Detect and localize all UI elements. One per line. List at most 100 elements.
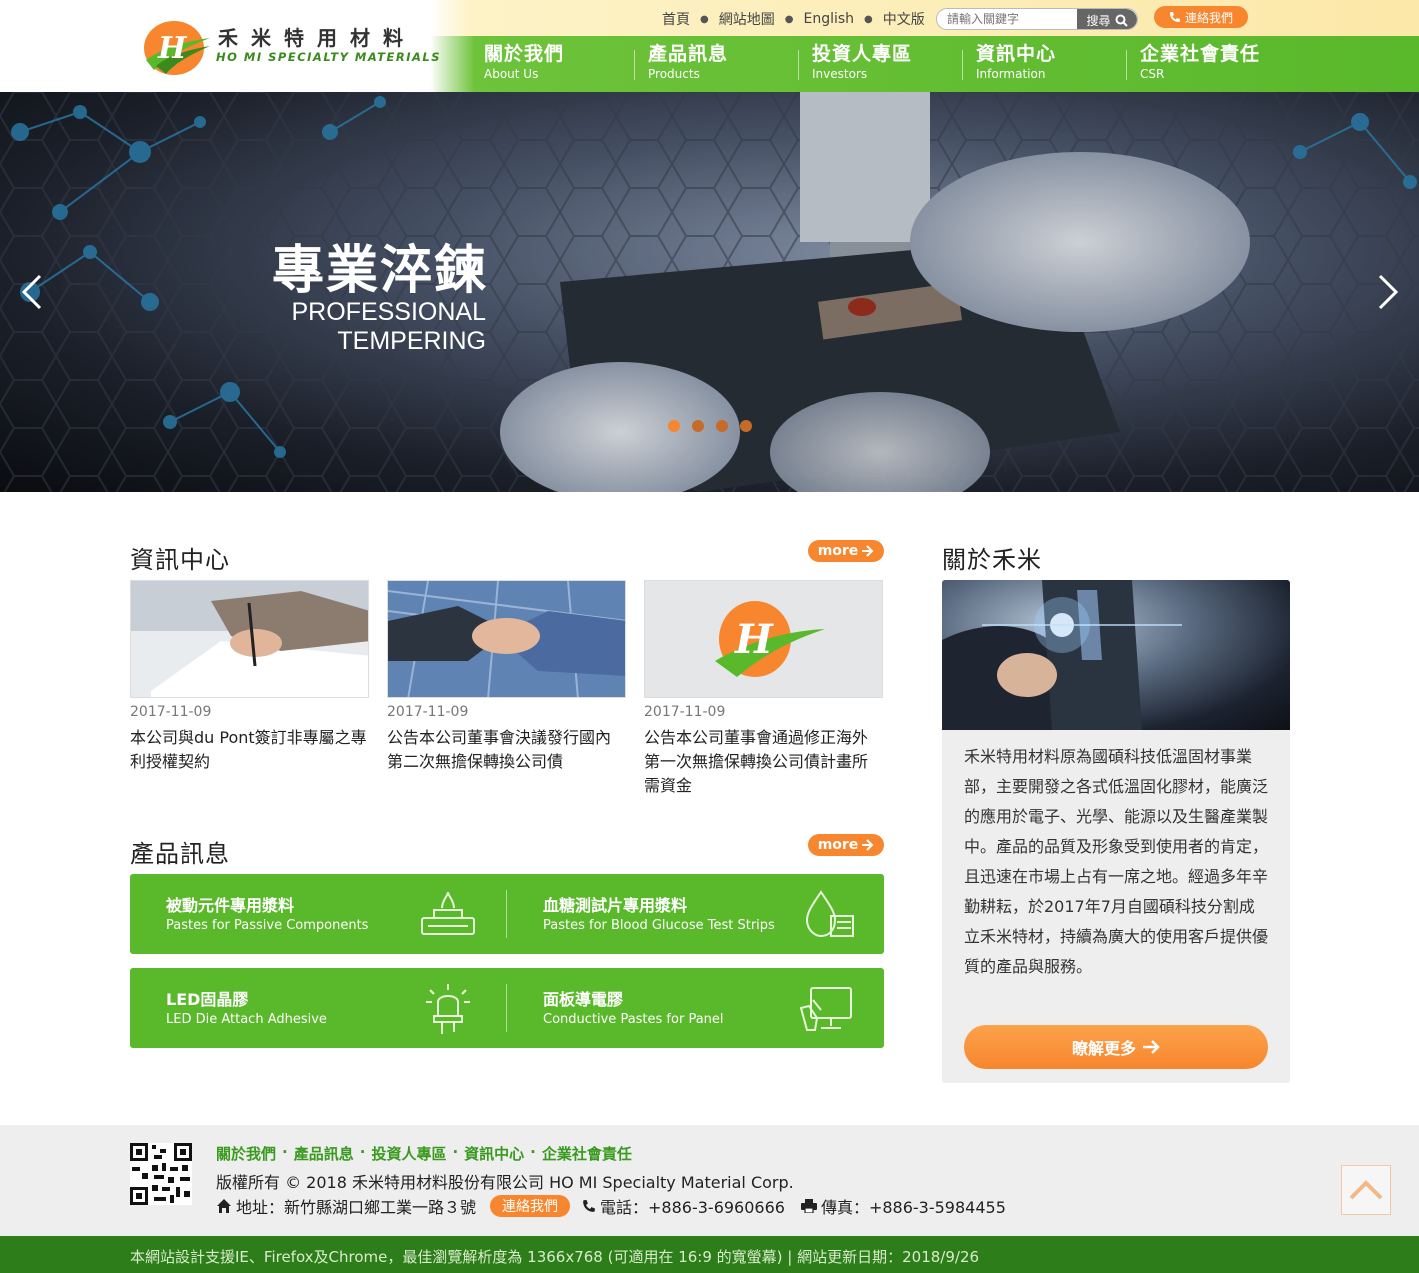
blood-drop-icon <box>805 890 854 938</box>
separator-dot: · <box>282 1143 288 1161</box>
main-nav: 關於我們 About Us 產品訊息 Products 投資人專區 Invest… <box>470 36 1290 92</box>
nav-item-about[interactable]: 關於我們 About Us <box>470 36 634 92</box>
news-card[interactable]: H 2017-11-09 公告本公司董事會通過修正海外第一次無擔保轉換公司債計畫… <box>644 580 883 798</box>
fax-text: 傳真：+886-3-5984455 <box>820 1198 1006 1217</box>
product-item[interactable]: 被動元件專用漿料 Pastes for Passive Components <box>130 874 507 954</box>
nav-item-information[interactable]: 資訊中心 Information <box>962 36 1126 92</box>
product-name-en: Conductive Pastes for Panel <box>543 1012 724 1027</box>
chevron-up-icon <box>1349 1180 1383 1200</box>
product-name-cn: 血糖測試片專用漿料 <box>543 896 688 915</box>
svg-text:H: H <box>734 616 774 663</box>
passive-component-icon <box>421 891 475 935</box>
news-card[interactable]: 2017-11-09 本公司與du Pont簽訂非專屬之專利授權契約 <box>130 580 369 798</box>
products-section-title: 產品訊息 <box>130 840 230 868</box>
slider-dot[interactable] <box>740 420 752 432</box>
phone-text: 電話：+886-3-6960666 <box>600 1198 785 1217</box>
news-section-title: 資訊中心 <box>130 546 230 574</box>
logo-name-en: HO MI SPECIALTY MATERIALS <box>216 50 442 64</box>
slider-dot[interactable] <box>716 420 728 432</box>
nav-label-cn: 投資人專區 <box>812 43 913 65</box>
nav-item-csr[interactable]: 企業社會責任 CSR <box>1126 36 1290 92</box>
nav-label-en: Products <box>648 67 700 81</box>
top-links: 首頁 ● 網站地圖 ● English ● 中文版 <box>662 9 925 29</box>
back-to-top-button[interactable] <box>1341 1165 1391 1215</box>
more-label: more <box>817 837 859 853</box>
product-name-en: Pastes for Blood Glucose Test Strips <box>543 918 775 933</box>
handshake-image <box>388 581 625 697</box>
browser-notice-bar: 本網站設計支援IE、Firefox及Chrome，最佳瀏覽解析度為 1366x7… <box>0 1236 1419 1273</box>
arrow-right-icon <box>862 839 874 851</box>
svg-text:H: H <box>157 31 188 66</box>
news-more-button[interactable]: more <box>808 540 884 562</box>
chinese-link[interactable]: 中文版 <box>883 9 925 29</box>
nav-label-en: About Us <box>484 67 539 81</box>
learn-more-label: 瞭解更多 <box>1071 1039 1136 1058</box>
nav-label-cn: 企業社會責任 <box>1140 43 1261 65</box>
chevron-right-icon[interactable] <box>1372 272 1402 312</box>
news-card[interactable]: 2017-11-09 公告本公司董事會決議發行國內第二次無擔保轉換公司債 <box>387 580 626 798</box>
news-date: 2017-11-09 <box>644 704 726 720</box>
about-card: 禾米特用材料原為國碩科技低溫固材事業部，主要開發之各式低溫固化膠材，能廣泛的應用… <box>942 580 1290 1083</box>
product-item[interactable]: 血糖測試片專用漿料 Pastes for Blood Glucose Test … <box>507 874 884 954</box>
footer-link-investors[interactable]: 投資人專區 <box>371 1143 446 1164</box>
footer-link-information[interactable]: 資訊中心 <box>464 1143 524 1164</box>
logo-name-cn: 禾米特用材料 <box>218 26 416 50</box>
news-headline[interactable]: 公告本公司董事會決議發行國內第二次無擔保轉換公司債 <box>387 726 626 774</box>
hero-banner: 專業淬鍊 PROFESSIONAL TEMPERING <box>0 92 1419 492</box>
about-description: 禾米特用材料原為國碩科技低溫固材事業部，主要開發之各式低溫固化膠材，能廣泛的應用… <box>964 747 1269 976</box>
nav-label-en: CSR <box>1140 67 1165 81</box>
news-thumbnail[interactable] <box>387 580 626 698</box>
news-thumbnail[interactable]: H <box>644 580 883 698</box>
nav-item-investors[interactable]: 投資人專區 Investors <box>798 36 962 92</box>
news-date: 2017-11-09 <box>130 704 212 720</box>
news-date: 2017-11-09 <box>387 704 469 720</box>
sitemap-link[interactable]: 網站地圖 <box>719 9 775 29</box>
slider-dot[interactable] <box>668 420 680 432</box>
hero-subtitle-line: TEMPERING <box>337 327 486 355</box>
site-logo[interactable]: H 禾米特用材料 HO MI SPECIALTY MATERIALS <box>140 20 440 76</box>
nav-label-cn: 產品訊息 <box>648 43 729 65</box>
separator-dot: · <box>530 1143 536 1161</box>
company-logo-image: H <box>645 581 882 697</box>
slider-dots <box>668 420 752 432</box>
chevron-left-icon[interactable] <box>18 272 48 312</box>
nav-label-cn: 關於我們 <box>484 43 565 65</box>
hero-title: 專業淬鍊 <box>272 241 489 301</box>
contact-button[interactable]: 連絡我們 <box>1154 6 1248 28</box>
hero-subtitle-line: PROFESSIONAL <box>291 298 487 326</box>
product-row: LED固晶膠 LED Die Attach Adhesive 面板導電膠 Con… <box>130 968 884 1048</box>
news-thumbnail[interactable] <box>130 580 369 698</box>
english-link[interactable]: English <box>803 11 854 27</box>
footer-link-products[interactable]: 產品訊息 <box>294 1143 354 1164</box>
separator-dot: ● <box>864 13 873 25</box>
nav-label-en: Investors <box>812 67 868 81</box>
nav-item-products[interactable]: 產品訊息 Products <box>634 36 798 92</box>
product-item[interactable]: 面板導電膠 Conductive Pastes for Panel <box>507 968 884 1048</box>
home-link[interactable]: 首頁 <box>662 9 690 29</box>
led-icon <box>426 984 470 1034</box>
copyright-text: 版權所有 © 2018 禾米特用材料股份有限公司 HO MI Specialty… <box>216 1173 794 1192</box>
hero-subtitle: PROFESSIONAL TEMPERING <box>200 298 487 356</box>
news-headline[interactable]: 公告本公司董事會通過修正海外第一次無擔保轉換公司債計畫所需資金 <box>644 726 883 798</box>
footer-link-about[interactable]: 關於我們 <box>216 1143 276 1164</box>
separator-dot: ● <box>784 13 794 25</box>
qr-code-icon <box>130 1143 192 1205</box>
businessman-touch-image <box>942 580 1182 730</box>
phone-icon <box>583 1200 595 1212</box>
products-more-button[interactable]: more <box>808 834 884 856</box>
footer-contact-button[interactable]: 連絡我們 <box>490 1195 571 1217</box>
separator-dot: · <box>452 1143 459 1161</box>
news-headline[interactable]: 本公司與du Pont簽訂非專屬之專利授權契約 <box>130 726 369 774</box>
product-item[interactable]: LED固晶膠 LED Die Attach Adhesive <box>130 968 507 1048</box>
footer-link-csr[interactable]: 企業社會責任 <box>542 1143 632 1164</box>
slider-dot[interactable] <box>692 420 704 432</box>
search-button[interactable]: 搜尋 <box>1077 9 1137 29</box>
search-input[interactable] <box>947 11 1077 27</box>
signing-contract-image <box>131 581 368 697</box>
learn-more-button[interactable]: 瞭解更多 <box>964 1025 1268 1069</box>
separator-dot: · <box>359 1143 366 1161</box>
arrow-right-icon <box>1143 1040 1160 1054</box>
address-text: 地址：新竹縣湖口鄉工業一路３號 <box>236 1198 477 1217</box>
site-footer: 關於我們 · 產品訊息 · 投資人專區 · 資訊中心 · 企業社會責任 版權所有… <box>0 1125 1419 1236</box>
news-list: 2017-11-09 本公司與du Pont簽訂非專屬之專利授權契約 2017-… <box>130 580 883 798</box>
